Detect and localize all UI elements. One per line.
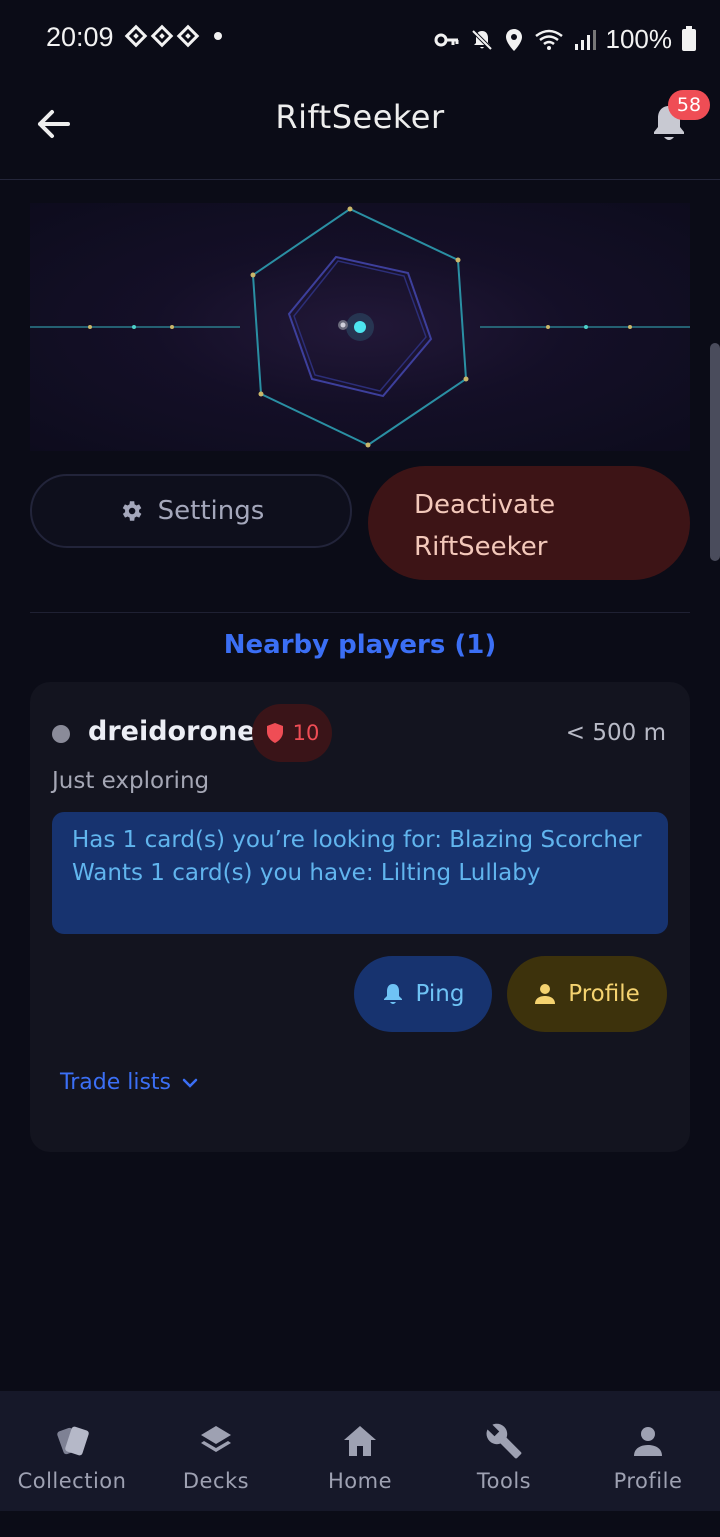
key-icon bbox=[434, 33, 458, 46]
cards-icon bbox=[57, 1426, 89, 1456]
player-status-text: Just exploring bbox=[52, 768, 210, 794]
presence-indicator bbox=[52, 725, 70, 743]
player-card: dreidorone 10 < 500 m Just exploring Has… bbox=[30, 682, 690, 1152]
profile-label: Profile bbox=[568, 981, 640, 1007]
view-profile-button[interactable]: Profile bbox=[507, 956, 667, 1032]
scrollbar[interactable] bbox=[710, 343, 720, 561]
settings-button[interactable]: Settings bbox=[30, 474, 352, 548]
battery-icon bbox=[682, 25, 696, 51]
bottom-navigation: Collection Decks Home Tools Profile bbox=[0, 1391, 720, 1511]
match-has-text: Has 1 card(s) you’re looking for: Blazin… bbox=[72, 827, 642, 853]
page-title: RiftSeeker bbox=[275, 98, 445, 136]
nav-tools[interactable]: Tools bbox=[432, 1391, 576, 1511]
bell-icon bbox=[383, 984, 402, 1004]
divider bbox=[30, 612, 690, 613]
layers-icon bbox=[201, 1426, 231, 1452]
chevron-down-icon bbox=[182, 1078, 198, 1088]
signal-icon bbox=[574, 29, 596, 50]
nav-home[interactable]: Home bbox=[288, 1391, 432, 1511]
nav-label: Collection bbox=[17, 1469, 127, 1493]
app-notification-icon bbox=[150, 24, 174, 48]
ping-button[interactable]: Ping bbox=[354, 956, 492, 1032]
nearby-players-heading: Nearby players (1) bbox=[223, 630, 497, 660]
gear-icon bbox=[122, 501, 142, 521]
nav-profile[interactable]: Profile bbox=[576, 1391, 720, 1511]
rating-badge: 10 bbox=[252, 704, 332, 762]
nav-label: Profile bbox=[613, 1469, 683, 1493]
status-bar: 20:09 100% bbox=[0, 0, 720, 80]
nav-label: Tools bbox=[476, 1469, 532, 1493]
settings-label: Settings bbox=[157, 496, 265, 526]
notification-icons bbox=[124, 24, 222, 48]
rating-value: 10 bbox=[292, 721, 320, 745]
player-name[interactable]: dreidorone bbox=[88, 716, 255, 747]
match-wants-text: Wants 1 card(s) you have: Lilting Lullab… bbox=[72, 860, 541, 886]
app-notification-icon bbox=[176, 24, 200, 48]
deactivate-label: Deactivate RiftSeeker bbox=[414, 490, 556, 562]
wifi-icon bbox=[534, 29, 563, 50]
notification-count-badge: 58 bbox=[668, 90, 710, 120]
location-icon bbox=[505, 28, 522, 51]
home-icon bbox=[344, 1426, 376, 1456]
radar-scanner bbox=[30, 203, 690, 451]
status-time: 20:09 bbox=[46, 22, 114, 52]
system-icons: 100% bbox=[434, 24, 696, 55]
nav-label: Decks bbox=[182, 1469, 250, 1493]
app-notification-icon bbox=[124, 24, 148, 48]
ping-label: Ping bbox=[415, 981, 465, 1007]
system-gesture-area bbox=[0, 1511, 720, 1537]
wrench-icon bbox=[486, 1423, 522, 1459]
battery-level: 100% bbox=[605, 24, 673, 54]
mute-icon bbox=[471, 29, 492, 50]
trade-lists-toggle[interactable]: Trade lists bbox=[60, 1070, 199, 1095]
nav-label: Home bbox=[327, 1469, 392, 1493]
more-notifications-icon bbox=[214, 32, 222, 40]
player-distance: < 500 m bbox=[565, 720, 666, 746]
nav-decks[interactable]: Decks bbox=[144, 1391, 288, 1511]
deactivate-riftseeker-button[interactable]: Deactivate RiftSeeker bbox=[368, 466, 690, 580]
app-bar: RiftSeeker bbox=[0, 80, 720, 180]
radar-graphic bbox=[30, 206, 690, 448]
person-icon bbox=[634, 1427, 662, 1456]
trade-lists-label: Trade lists bbox=[60, 1070, 171, 1095]
card-match-summary: Has 1 card(s) you’re looking for: Blazin… bbox=[52, 812, 668, 934]
nav-collection[interactable]: Collection bbox=[0, 1391, 144, 1511]
shield-icon bbox=[266, 723, 283, 743]
person-icon bbox=[535, 984, 556, 1004]
